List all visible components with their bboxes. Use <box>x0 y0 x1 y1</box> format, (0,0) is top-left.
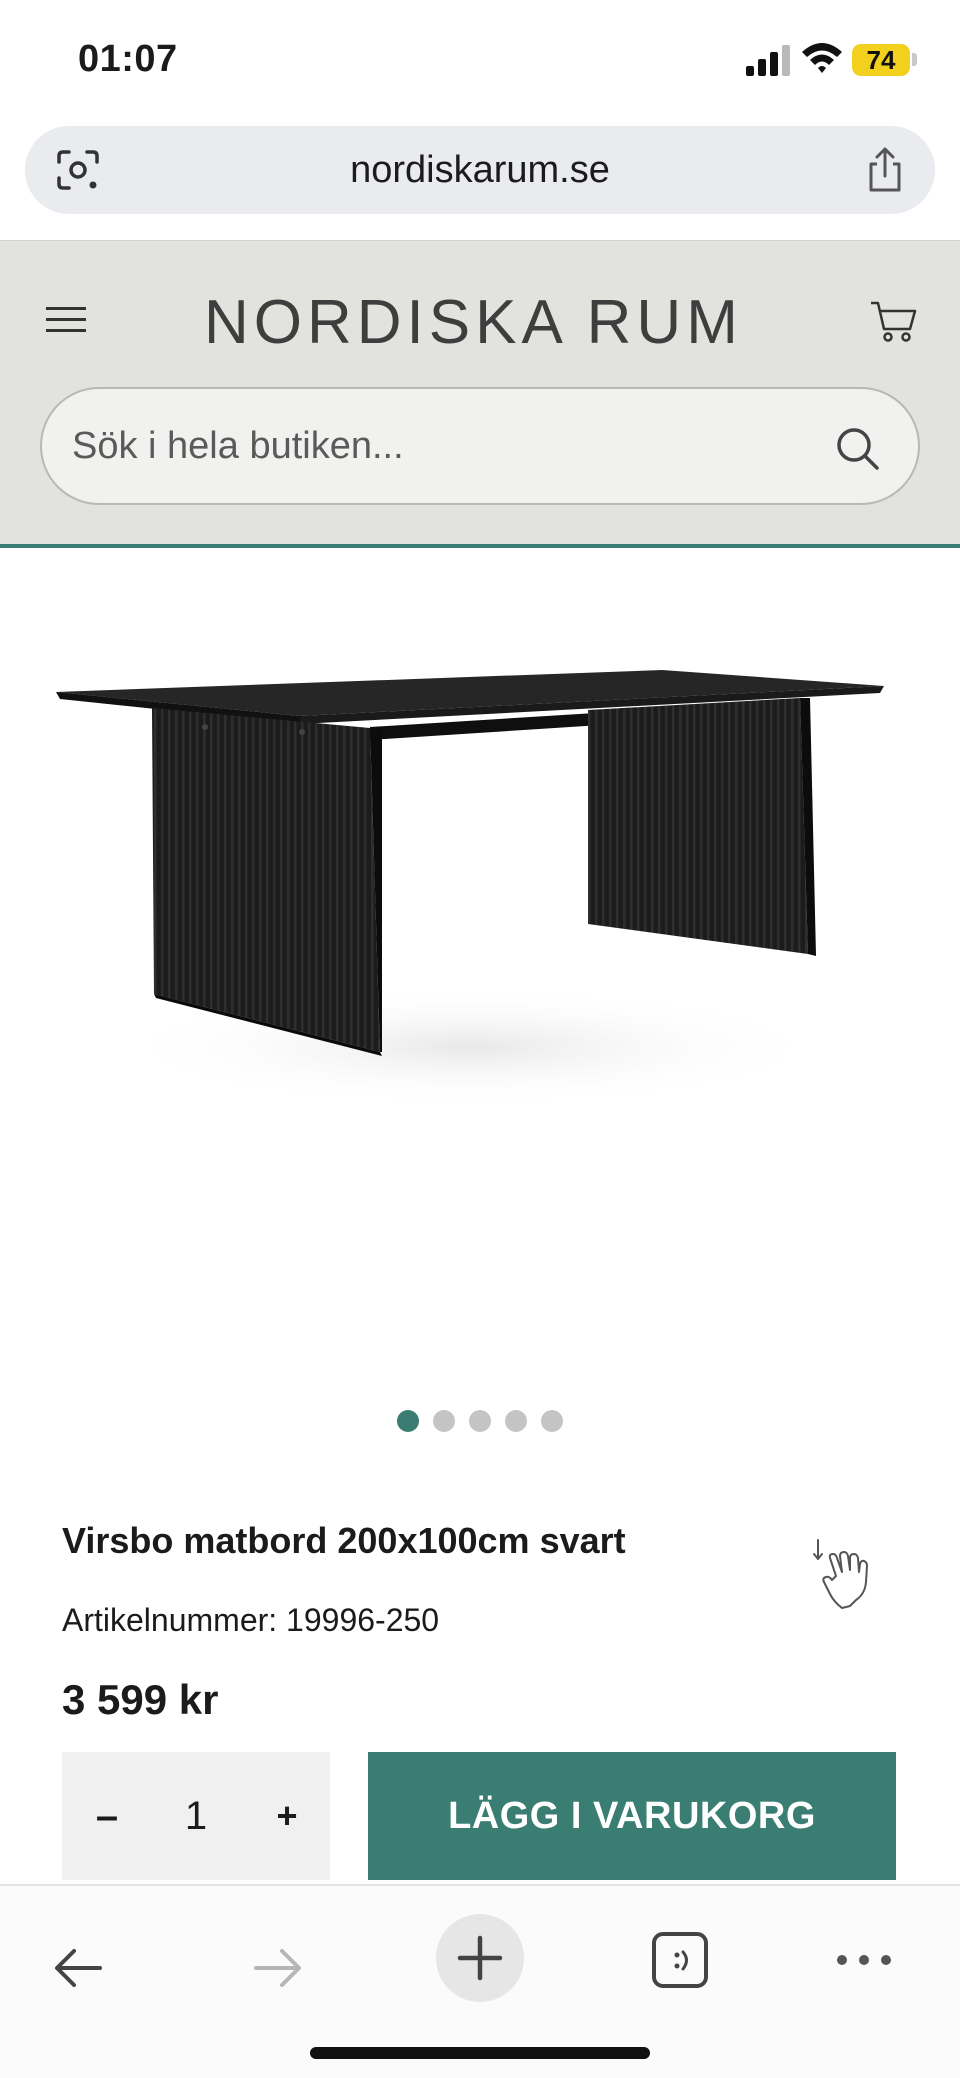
status-bar: 01:07 74 <box>0 0 960 120</box>
share-icon[interactable] <box>863 146 907 194</box>
carousel-dot-5[interactable] <box>541 1410 563 1432</box>
wifi-icon <box>802 43 842 73</box>
carousel-dot-4[interactable] <box>505 1410 527 1432</box>
product-image[interactable] <box>0 552 960 1372</box>
url-text[interactable]: nordiskarum.se <box>25 126 935 214</box>
swipe-hint-icon <box>813 1539 868 1609</box>
add-to-cart-button[interactable]: LÄGG I VARUKORG <box>368 1752 896 1880</box>
tabs-icon[interactable] <box>650 1930 710 1990</box>
search-input[interactable] <box>72 389 792 503</box>
quantity-stepper: – 1 + <box>62 1752 330 1880</box>
new-tab-button[interactable] <box>436 1914 524 2002</box>
new-tab-icon <box>457 1935 503 1981</box>
quantity-increase-button[interactable]: + <box>262 1784 312 1848</box>
battery-indicator: 74 <box>852 44 910 76</box>
article-number: Artikelnummer: 19996-250 <box>62 1602 440 1638</box>
search-icon[interactable] <box>834 425 880 471</box>
address-bar[interactable]: nordiskarum.se <box>25 126 935 214</box>
status-time: 01:07 <box>78 38 178 80</box>
site-header: NORDISKA RUM <box>0 240 960 548</box>
carousel-dot-1[interactable] <box>397 1410 419 1432</box>
carousel-dot-3[interactable] <box>469 1410 491 1432</box>
menu-icon[interactable] <box>44 301 88 337</box>
battery-tip <box>912 53 917 66</box>
product-title: Virsbo matbord 200x100cm svart <box>62 1520 626 1561</box>
home-indicator[interactable] <box>310 2047 650 2059</box>
more-icon[interactable] <box>834 1950 894 1970</box>
carousel-dots <box>0 1410 960 1434</box>
forward-arrow-icon[interactable] <box>248 1938 308 1998</box>
product-price: 3 599 kr <box>62 1676 219 1723</box>
cellular-signal-icon <box>746 45 790 76</box>
logo-text: NORDISKA RUM <box>204 288 743 357</box>
quantity-value[interactable]: 1 <box>146 1784 246 1848</box>
carousel-dot-2[interactable] <box>433 1410 455 1432</box>
quantity-decrease-button[interactable]: – <box>82 1784 132 1848</box>
back-arrow-icon[interactable] <box>48 1938 108 1998</box>
table-illustration <box>56 670 884 1107</box>
cart-icon[interactable] <box>868 297 918 345</box>
search-box[interactable] <box>40 387 920 505</box>
site-logo[interactable]: NORDISKA RUM <box>204 281 764 365</box>
